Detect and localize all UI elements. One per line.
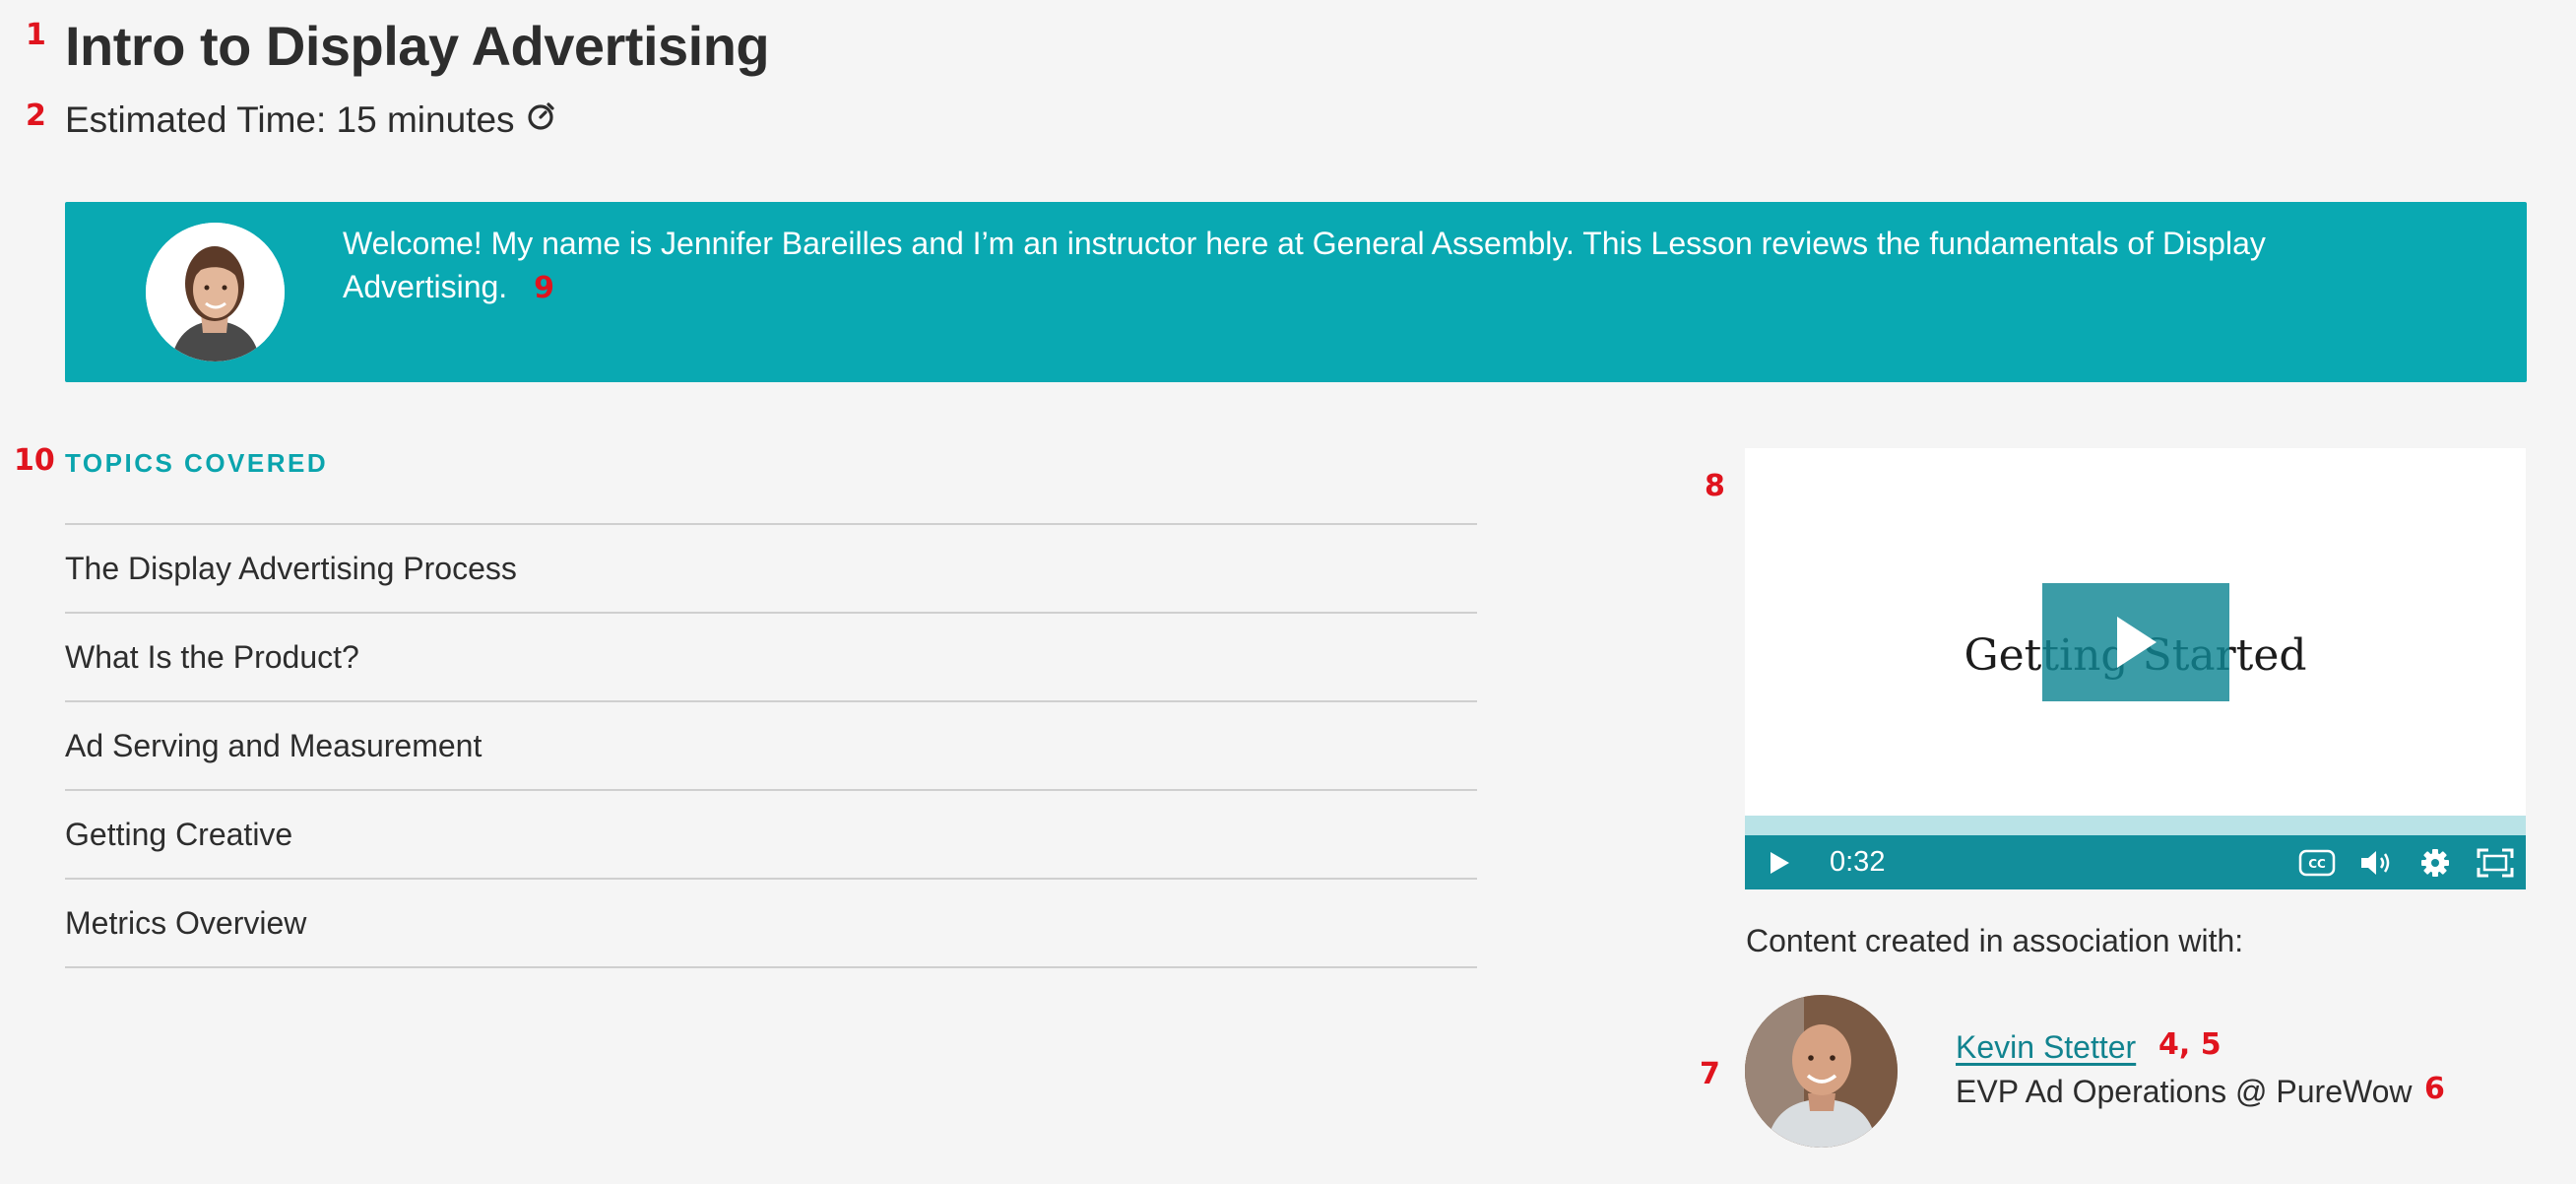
instructor-avatar (146, 223, 285, 362)
fullscreen-button[interactable] (2465, 848, 2526, 878)
topic-label: Ad Serving and Measurement (65, 727, 483, 763)
estimated-time: Estimated Time: 15 minutes (65, 99, 558, 141)
annotation-7: 7 (1700, 1057, 1720, 1091)
video-time: 0:32 (1830, 846, 1886, 878)
partner-name-link[interactable]: Kevin Stetter (1956, 1029, 2136, 1066)
partner-role: EVP Ad Operations @ PureWow (1956, 1074, 2413, 1109)
page-title: Intro to Display Advertising (65, 15, 770, 77)
annotation-9: 9 (534, 271, 554, 305)
annotation-2: 2 (26, 99, 46, 133)
topic-label: What Is the Product? (65, 638, 359, 675)
partner-avatar (1745, 995, 1898, 1148)
welcome-message: Welcome! My name is Jennifer Bareilles a… (343, 222, 2312, 310)
annotation-8: 8 (1705, 469, 1725, 503)
topic-label: Metrics Overview (65, 904, 307, 941)
timer-icon (525, 99, 558, 141)
topic-item[interactable]: Metrics Overview (65, 880, 1477, 968)
big-play-button[interactable] (2042, 583, 2229, 701)
video-controls: 0:32 CC (1745, 835, 2526, 889)
association-label: Content created in association with: (1746, 923, 2244, 958)
annotation-10: 10 (14, 443, 55, 478)
topic-label: The Display Advertising Process (65, 550, 517, 586)
instructor-welcome-banner: Welcome! My name is Jennifer Bareilles a… (65, 202, 2527, 382)
topic-item[interactable]: What Is the Product? (65, 614, 1477, 702)
play-button[interactable] (1745, 850, 1814, 876)
topics-list: The Display Advertising Process What Is … (65, 523, 1477, 968)
video-progress-bar[interactable] (1745, 816, 2526, 835)
topic-label: Getting Creative (65, 816, 293, 852)
estimated-time-text: Estimated Time: 15 minutes (65, 99, 515, 140)
topic-item[interactable]: Getting Creative (65, 791, 1477, 880)
volume-button[interactable] (2347, 848, 2406, 878)
captions-button[interactable]: CC (2287, 849, 2347, 877)
annotation-4-5: 4, 5 (2158, 1027, 2222, 1062)
cc-icon: CC (2298, 849, 2336, 876)
play-icon (2117, 617, 2157, 668)
svg-text:CC: CC (2308, 857, 2326, 871)
settings-icon (2421, 848, 2449, 877)
topic-item[interactable]: Ad Serving and Measurement (65, 702, 1477, 791)
volume-icon (2361, 850, 2390, 875)
topic-item[interactable]: The Display Advertising Process (65, 525, 1477, 614)
fullscreen-icon (2477, 848, 2514, 877)
play-icon (1771, 851, 1789, 874)
settings-button[interactable] (2406, 848, 2465, 878)
welcome-text: Welcome! My name is Jennifer Bareilles a… (343, 226, 2266, 304)
annotation-6: 6 (2424, 1072, 2445, 1106)
annotation-1: 1 (26, 18, 46, 52)
topics-covered-heading: TOPICS COVERED (65, 448, 329, 478)
video-player[interactable]: Getting Started 0:32 CC (1745, 448, 2526, 889)
